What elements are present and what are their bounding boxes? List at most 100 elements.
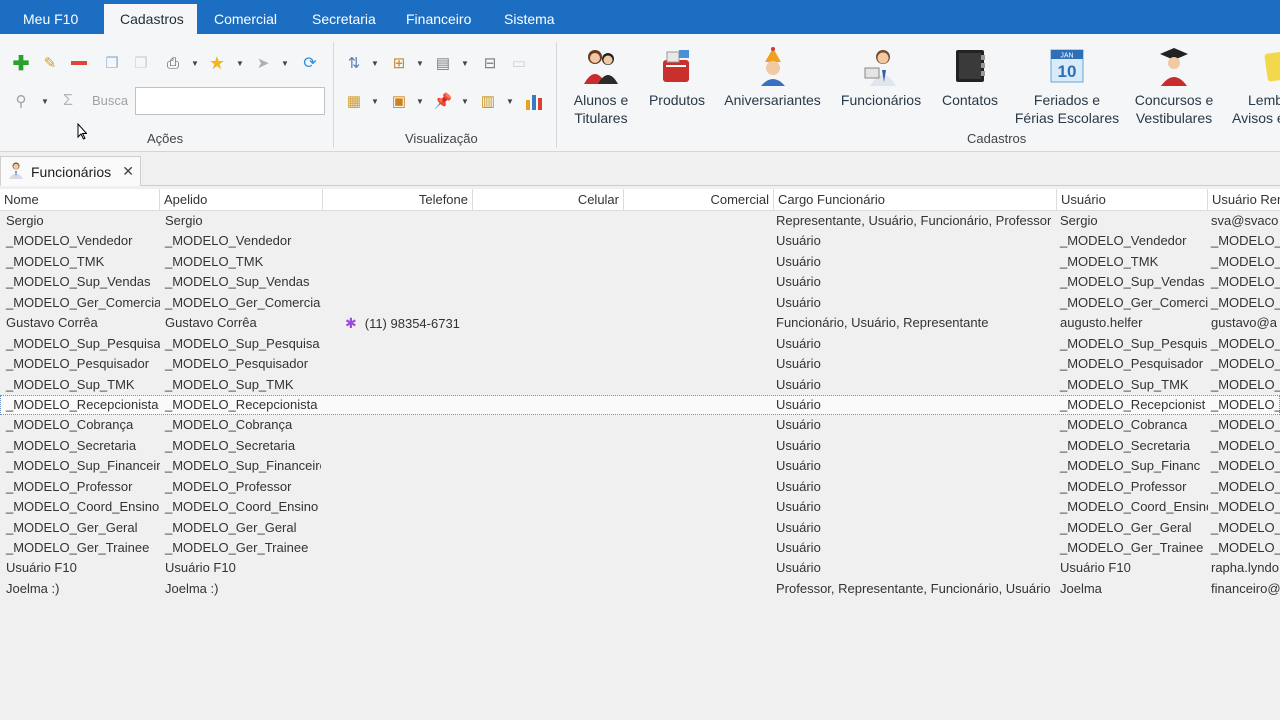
refresh-icon[interactable]: ⟳ [299,52,321,74]
feriados-label-2: Férias Escolares [1014,110,1120,126]
cell-apelido: _MODELO_Cobrança [165,417,293,433]
cell-cargo: Usuário [776,458,821,474]
layout-icon[interactable]: ▤ [432,52,454,74]
table-row[interactable]: _MODELO_Sup_TMK _MODELO_Sup_TMK Usuário _MO… [0,375,1280,395]
bar-chart-icon[interactable] [524,90,546,112]
cell-nome: _MODELO_Ger_Comercial [6,294,160,310]
menu-tab-sistema[interactable]: Sistema [488,4,571,34]
column-header-comercial[interactable]: Comercial [624,189,774,210]
add-icon[interactable]: ✚ [10,52,32,75]
ruler-icon[interactable]: ▥ [477,90,499,112]
cell-nome: _MODELO_TMK [6,253,105,269]
feriados-button[interactable]: JAN 10 Feriados e Férias Escolares [1012,44,1122,127]
hierarchy-icon[interactable]: ⊟ [479,52,501,74]
column-header-telefone[interactable]: Telefone [323,189,473,210]
tree-icon[interactable]: ⊞ [388,52,410,74]
table-row[interactable]: _MODELO_Pesquisador _MODELO_Pesquisador Us… [0,354,1280,374]
pushpin-icon[interactable]: 📌 [432,90,454,112]
tree-dropdown-icon[interactable]: ▼ [416,52,424,74]
cell-usuario: Sergio [1060,213,1098,228]
table-row[interactable]: Joelma :) Joelma :) Professor, Representan… [0,579,1280,599]
favorite-dropdown-icon[interactable]: ▼ [236,52,244,74]
doc-tab-funcionarios[interactable]: Funcionários ✕ [0,156,141,186]
sort-dropdown-icon[interactable]: ▼ [371,52,379,74]
cell-usuario: _MODELO_Ger_Trainee [1060,540,1204,555]
columns-icon[interactable]: ▦ [343,90,365,112]
menu-tab-meu-f10[interactable]: Meu F10 [7,4,94,34]
column-header-usuario[interactable]: Usuário [1057,189,1208,210]
table-row[interactable]: _MODELO_TMK _MODELO_TMK Usuário _MODELO_TMK… [0,252,1280,272]
sum-icon[interactable]: Σ [57,90,79,112]
group-label-cadastros: Cadastros [967,131,1027,146]
column-header-apelido[interactable]: Apelido [160,189,323,210]
column-header-celular[interactable]: Celular [473,189,624,210]
grid-rows: Sergio Sergio Representante, Usuário, Func… [0,211,1280,599]
table-row[interactable]: Sergio Sergio Representante, Usuário, Func… [0,211,1280,231]
table-row[interactable]: _MODELO_Sup_Financeiro _MODELO_Sup_Financ… [0,456,1280,476]
search-key-dropdown-icon[interactable]: ▼ [41,90,49,112]
table-row[interactable]: _MODELO_Professor _MODELO_Professor Usuári… [0,477,1280,497]
cell-cargo: Professor, Representante, Funcionário, U… [776,580,1051,596]
filter-panel-icon[interactable]: ▣ [388,90,410,112]
aniversariantes-button[interactable]: Aniversariantes [722,44,823,109]
table-row[interactable]: _MODELO_Recepcionista _MODELO_Recepcionis… [0,394,1280,416]
menu-tab-comercial[interactable]: Comercial [198,4,293,34]
cell-apelido: _MODELO_Pesquisador [165,356,309,372]
table-row[interactable]: _MODELO_Vendedor _MODELO_Vendedor Usuário _… [0,231,1280,251]
pin-icon[interactable]: ➤ [252,52,274,74]
lembretes-button[interactable]: Lemb Avisos e [1228,44,1280,127]
edit-pencil-icon[interactable]: ✎ [39,52,61,74]
produtos-button[interactable]: Produtos [645,44,709,109]
table-row[interactable]: _MODELO_Ger_Geral _MODELO_Ger_Geral Usuári… [0,518,1280,538]
table-row[interactable]: Gustavo Corrêa Gustavo Corrêa ✱ (11) 98354-… [0,313,1280,333]
table-row[interactable]: _MODELO_Cobrança _MODELO_Cobrança Usuário _… [0,415,1280,435]
copy-icon[interactable]: ❐ [101,52,123,74]
menu-bar: Meu F10 Cadastros Comercial Secretaria F… [0,0,1280,34]
table-row[interactable]: _MODELO_Sup_Vendas _MODELO_Sup_Vendas Usuá… [0,272,1280,292]
pin-dropdown-icon[interactable]: ▼ [281,52,289,74]
concursos-button[interactable]: Concursos e Vestibulares [1130,44,1218,127]
print-icon[interactable]: ⎙ [162,52,184,74]
column-header-usuario-rem[interactable]: Usuário Rem [1208,189,1280,210]
favorite-star-icon[interactable]: ★ [206,52,228,74]
cell-usuario-rem: _MODELO_F [1211,396,1280,412]
delete-icon[interactable] [68,52,90,74]
comment-icon[interactable]: ▭ [508,52,530,74]
table-row[interactable]: _MODELO_Secretaria _MODELO_Secretaria Usuá… [0,436,1280,456]
aniversariantes-label: Aniversariantes [724,92,821,108]
menu-tab-secretaria[interactable]: Secretaria [296,4,392,34]
table-row[interactable]: _MODELO_Sup_Pesquisa _MODELO_Sup_Pesquisa… [0,334,1280,354]
alunos-titulares-button[interactable]: Alunos e Titulares [568,44,634,127]
column-header-nome[interactable]: Nome [0,189,160,210]
table-row[interactable]: _MODELO_Ger_Trainee _MODELO_Ger_Trainee Us… [0,538,1280,558]
cell-apelido: Sergio [165,213,203,228]
funcionarios-button[interactable]: Funcionários [836,44,926,109]
menu-tab-financeiro[interactable]: Financeiro [390,4,487,34]
cell-cargo: Usuário [776,519,821,535]
table-row[interactable]: _MODELO_Coord_Ensino _MODELO_Coord_Ensino… [0,497,1280,517]
cell-apelido: _MODELO_Sup_Financeiro [165,458,321,474]
search-input[interactable] [135,87,325,115]
pushpin-dropdown-icon[interactable]: ▼ [461,90,469,112]
cell-usuario-rem: _MODELO_S [1211,458,1280,474]
cell-usuario: _MODELO_Sup_TMK [1060,376,1189,392]
print-dropdown-icon[interactable]: ▼ [191,52,199,74]
table-row[interactable]: Usuário F10 Usuário F10 Usuário Usuário F10… [0,558,1280,578]
columns-dropdown-icon[interactable]: ▼ [371,90,379,112]
search-key-icon[interactable]: ⚲ [10,90,32,112]
layout-dropdown-icon[interactable]: ▼ [461,52,469,74]
cell-telefone [341,518,541,538]
menu-tab-cadastros[interactable]: Cadastros [104,4,197,34]
table-row[interactable]: _MODELO_Ger_Comercial _MODELO_Ger_Comerci… [0,293,1280,313]
column-header-cargo[interactable]: Cargo Funcionário [774,189,1057,210]
ruler-dropdown-icon[interactable]: ▼ [506,90,514,112]
sort-icon[interactable]: ⇅ [343,52,365,74]
close-icon[interactable]: ✕ [122,163,134,180]
feriados-label-1: Feriados e [1033,92,1101,108]
cell-telefone [341,538,541,558]
employee-small-icon [7,161,25,182]
cell-usuario: _MODELO_Vendedor [1060,233,1187,249]
contatos-button[interactable]: Contatos [938,44,1002,109]
paste-icon[interactable]: ❐ [130,52,152,74]
filter-panel-dropdown-icon[interactable]: ▼ [416,90,424,112]
